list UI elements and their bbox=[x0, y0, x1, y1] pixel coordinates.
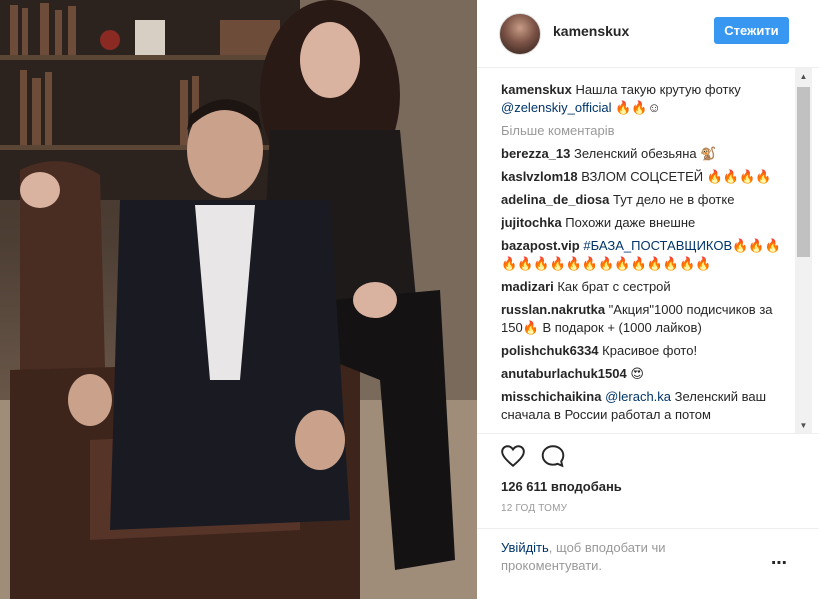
likes-count[interactable]: 126 611 вподобань bbox=[501, 479, 622, 494]
heart-icon[interactable] bbox=[500, 443, 526, 469]
comment-text: Красивое фото! bbox=[598, 343, 698, 358]
login-link[interactable]: Увійдіть bbox=[501, 540, 549, 555]
comment-username[interactable]: berezza_13 bbox=[501, 146, 570, 161]
scrollbar-thumb[interactable] bbox=[797, 87, 810, 257]
load-more-comments-link[interactable]: Більше коментарів bbox=[501, 122, 791, 140]
caption-username[interactable]: kamenskux bbox=[501, 82, 572, 97]
list-item: russlan.nakrutka "Акция"1000 подисчиков … bbox=[501, 301, 791, 337]
list-item: adelina_de_diosa Тут дело не в фотке bbox=[501, 191, 791, 209]
caption-emoji: 🔥🔥☺ bbox=[611, 100, 661, 115]
comment-username[interactable]: misschichaikina bbox=[501, 389, 601, 404]
list-item: berezza_13 Зеленский обезьяна 🐒 bbox=[501, 145, 791, 163]
comment-text: Похожи даже внешне bbox=[561, 215, 696, 230]
follow-button[interactable]: Стежити bbox=[714, 17, 789, 44]
comment-username[interactable]: madizari bbox=[501, 279, 554, 294]
post-timestamp[interactable]: 12 ГОД ТОМУ bbox=[501, 503, 567, 514]
post-photo[interactable] bbox=[0, 0, 477, 599]
comment-username[interactable]: anutaburlachuk1504 bbox=[501, 366, 627, 381]
list-item: kaslvzlom18 ВЗЛОМ СОЦСЕТЕЙ 🔥🔥🔥🔥 bbox=[501, 168, 791, 186]
caption-mention[interactable]: @zelenskiy_official bbox=[501, 100, 612, 115]
list-item: madizari Как брат с сестрой bbox=[501, 278, 791, 296]
comment-mention[interactable]: @lerach.ka bbox=[601, 389, 671, 404]
post-side-panel: kamenskux Стежити kamenskux Нашла такую … bbox=[477, 0, 819, 599]
post-photo-illustration bbox=[0, 0, 477, 599]
comment-username[interactable]: bazapost.vip bbox=[501, 238, 580, 253]
comments-list: kamenskux Нашла такую крутую фотку @zele… bbox=[501, 81, 791, 432]
scroll-up-arrow-icon[interactable]: ▲ bbox=[795, 68, 812, 85]
comment-username[interactable]: polishchuk6334 bbox=[501, 343, 599, 358]
author-username[interactable]: kamenskux bbox=[553, 23, 629, 39]
avatar[interactable] bbox=[499, 13, 541, 55]
caption-text: Нашла такую крутую фотку bbox=[571, 82, 741, 97]
post-actions: 126 611 вподобань 12 ГОД ТОМУ bbox=[477, 433, 819, 528]
comment-username[interactable]: jujitochka bbox=[501, 215, 562, 230]
comment-text: 😍 bbox=[626, 366, 644, 381]
scroll-down-arrow-icon[interactable]: ▼ bbox=[795, 417, 812, 434]
post-header: kamenskux Стежити bbox=[477, 0, 819, 68]
comment-text: Тут дело не в фотке bbox=[609, 192, 735, 207]
comment-text: Как брат с сестрой bbox=[553, 279, 671, 294]
login-prompt: Увійдіть, щоб вподобати чи прокоментуват… bbox=[501, 539, 751, 575]
post-footer: Увійдіть, щоб вподобати чи прокоментуват… bbox=[477, 528, 819, 599]
list-item: polishchuk6334 Красивое фото! bbox=[501, 342, 791, 360]
comment-username[interactable]: adelina_de_diosa bbox=[501, 192, 609, 207]
list-item: jujitochka Похожи даже внешне bbox=[501, 214, 791, 232]
comments-scrollbar[interactable]: ▲ ▼ bbox=[795, 68, 812, 434]
comment-icon[interactable] bbox=[540, 443, 566, 469]
list-item: misschichaikina @lerach.ka Зеленский ваш… bbox=[501, 388, 791, 424]
comment-text: Зеленский обезьяна 🐒 bbox=[570, 146, 717, 161]
comment-text: ВЗЛОМ СОЦСЕТЕЙ 🔥🔥🔥🔥 bbox=[577, 169, 772, 184]
comment-username[interactable]: kaslvzlom18 bbox=[501, 169, 578, 184]
list-item: bazapost.vip #БАЗА_ПОСТАВЩИКОВ🔥🔥🔥 🔥🔥🔥🔥🔥🔥… bbox=[501, 237, 791, 273]
list-item: anutaburlachuk1504 😍 bbox=[501, 365, 791, 383]
comment-username[interactable]: russlan.nakrutka bbox=[501, 302, 605, 317]
caption: kamenskux Нашла такую крутую фотку @zele… bbox=[501, 81, 791, 117]
more-options-icon[interactable]: ⋯ bbox=[771, 553, 788, 573]
